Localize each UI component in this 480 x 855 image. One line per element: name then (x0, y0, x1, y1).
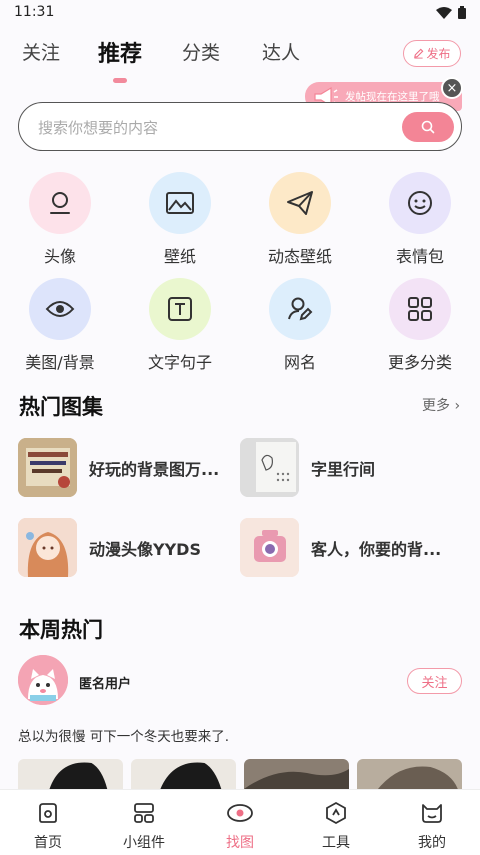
tab-recommend[interactable]: 推荐 (98, 36, 142, 68)
category-live-wallpaper[interactable]: 动态壁纸 (245, 172, 355, 267)
album-item[interactable]: 客人，你要的背... (240, 518, 441, 577)
album-item[interactable]: 好玩的背景图万... (18, 438, 219, 497)
weekly-hot-title: 本周热门 (19, 618, 103, 642)
album-thumbnail (240, 518, 299, 577)
emoji-icon (408, 191, 432, 215)
category-label: 网名 (283, 353, 316, 372)
category-label: 更多分类 (387, 353, 452, 372)
home-icon (39, 803, 57, 823)
album-thumbnail (18, 518, 77, 577)
avatar-image (18, 655, 68, 705)
search-icon (421, 120, 435, 134)
tab-experts[interactable]: 达人 (262, 38, 300, 65)
album-art (240, 438, 299, 497)
paper-plane-icon (287, 191, 313, 215)
category-label: 文字句子 (147, 353, 212, 372)
image-icon (166, 192, 194, 214)
battery-icon (458, 6, 466, 19)
category-label: 头像 (43, 247, 76, 266)
post-image-art (357, 759, 462, 789)
find-image-icon (227, 804, 253, 822)
nav-label: 找图 (226, 835, 254, 851)
tab-follow[interactable]: 关注 (22, 38, 60, 65)
category-avatar[interactable]: 头像 (5, 172, 115, 267)
nav-profile[interactable]: 我的 (397, 800, 467, 852)
eye-icon (45, 301, 75, 317)
tab-indicator (113, 78, 127, 83)
avatar[interactable] (18, 655, 68, 705)
post-image-art (18, 759, 123, 789)
status-time: 11:31 (14, 4, 55, 20)
album-title: 客人，你要的背... (311, 539, 442, 559)
post-image-art (244, 759, 349, 789)
user-edit-icon (288, 297, 313, 321)
widget-icon (134, 803, 154, 823)
publish-button[interactable]: 发布 (403, 40, 461, 67)
category-label: 动态壁纸 (267, 247, 332, 266)
category-wallpaper[interactable]: 壁纸 (125, 172, 235, 267)
nav-label: 我的 (418, 835, 446, 851)
search-button[interactable] (402, 112, 454, 142)
follow-button[interactable]: 关注 (407, 668, 462, 694)
chevron-right-icon: › (454, 398, 461, 414)
post-image-art (131, 759, 236, 789)
hot-albums-title: 热门图集 (19, 395, 103, 419)
status-bar: 11:31 (0, 0, 480, 26)
post-image[interactable] (244, 759, 349, 789)
nav-widgets[interactable]: 小组件 (109, 800, 179, 852)
user-name[interactable]: 匿名用户 (79, 673, 131, 692)
album-art (18, 438, 77, 497)
nav-label: 首页 (34, 835, 62, 851)
album-title: 好玩的背景图万... (89, 459, 220, 479)
post-author-row: 匿名用户 关注 (18, 655, 462, 707)
bottom-navigation: 首页 小组件 找图 工具 我的 (0, 789, 480, 855)
post-images (18, 759, 462, 789)
nav-tools[interactable]: 工具 (301, 800, 371, 852)
search-input[interactable]: 搜索你想要的内容 (38, 117, 158, 138)
category-label: 表情包 (395, 247, 444, 266)
status-icons (436, 6, 466, 19)
post-image[interactable] (357, 759, 462, 789)
album-title: 动漫头像YYDS (89, 539, 201, 559)
category-more[interactable]: 更多分类 (365, 278, 475, 373)
text-icon (168, 297, 192, 321)
search-box[interactable]: 搜索你想要的内容 (18, 102, 462, 151)
album-thumbnail (240, 438, 299, 497)
avatar-icon (50, 192, 70, 214)
more-label: 更多 (422, 398, 450, 414)
pencil-icon (414, 48, 424, 59)
album-art (18, 518, 77, 577)
nav-label: 工具 (322, 835, 350, 851)
category-stickers[interactable]: 表情包 (365, 172, 475, 267)
post-image[interactable] (131, 759, 236, 789)
publish-label: 发布 (426, 47, 451, 61)
post-text: 总以为很慢 可下一个冬天也要来了. (18, 729, 230, 745)
album-title: 字里行间 (311, 459, 376, 479)
category-text[interactable]: 文字句子 (125, 278, 235, 373)
album-art (240, 518, 299, 577)
profile-icon (422, 804, 442, 823)
album-thumbnail (18, 438, 77, 497)
post-image[interactable] (18, 759, 123, 789)
nav-find-image[interactable]: 找图 (205, 800, 275, 852)
hot-albums-more-link[interactable]: 更多 › (422, 395, 460, 415)
grid-icon (408, 297, 432, 321)
nav-label: 小组件 (123, 835, 165, 851)
tab-category[interactable]: 分类 (182, 38, 220, 65)
wifi-icon (436, 6, 452, 19)
tools-icon (326, 801, 346, 825)
tooltip-close-button[interactable]: × (441, 77, 463, 99)
category-beauty[interactable]: 美图/背景 (5, 278, 115, 373)
album-item[interactable]: 字里行间 (240, 438, 375, 497)
category-label: 美图/背景 (25, 353, 95, 372)
category-label: 壁纸 (163, 247, 196, 266)
nav-home[interactable]: 首页 (13, 800, 83, 852)
album-item[interactable]: 动漫头像YYDS (18, 518, 201, 577)
category-nickname[interactable]: 网名 (245, 278, 355, 373)
